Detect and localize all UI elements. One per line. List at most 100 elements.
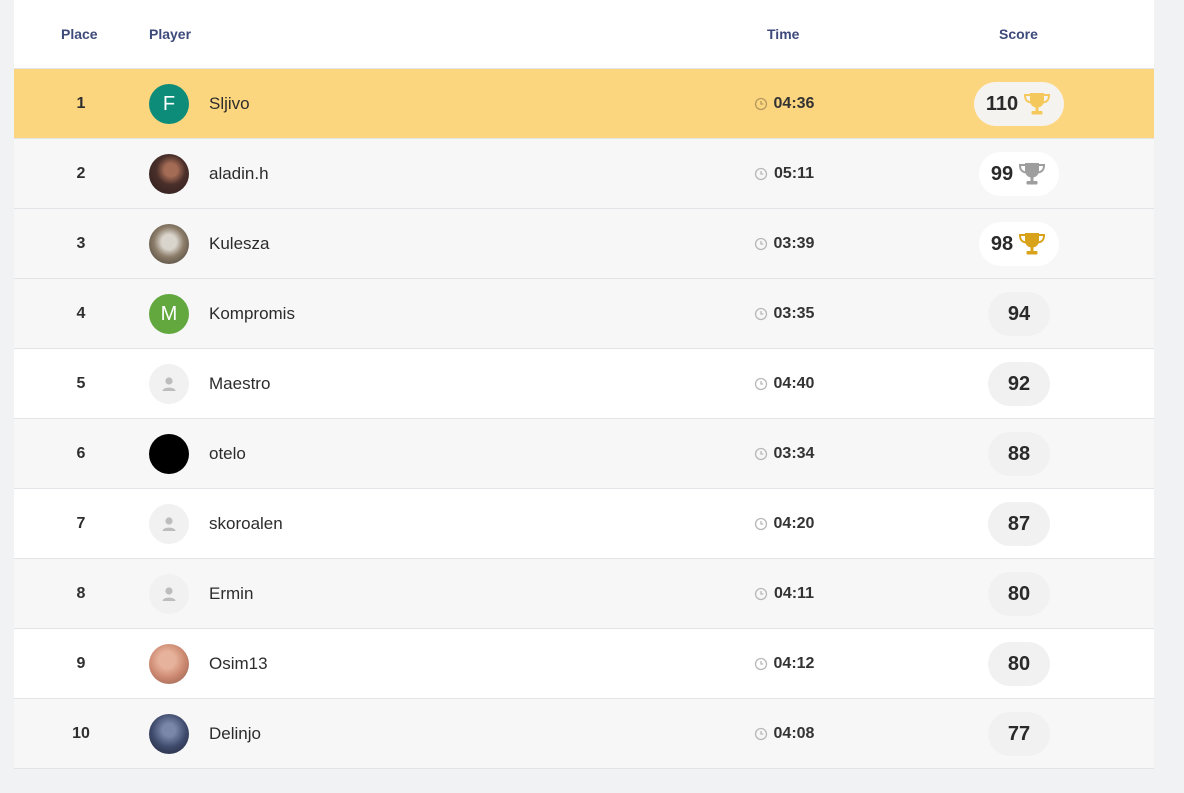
time-cell: 04:40 bbox=[714, 349, 854, 419]
leaderboard-row[interactable]: 8 Ermin 04:11 80 bbox=[14, 559, 1154, 629]
place-number: 8 bbox=[76, 585, 86, 602]
player-name[interactable]: Delinjo bbox=[209, 699, 261, 769]
score-value: 80 bbox=[1007, 582, 1031, 605]
column-header-place[interactable]: Place bbox=[61, 26, 98, 42]
column-header-score[interactable]: Score bbox=[999, 26, 1038, 42]
score-badge: 80 bbox=[988, 572, 1050, 616]
avatar[interactable]: F bbox=[149, 84, 189, 124]
leaderboard-row[interactable]: 10 Delinjo 04:08 77 bbox=[14, 699, 1154, 769]
time-value: 04:11 bbox=[773, 585, 815, 602]
player-name[interactable]: Sljivo bbox=[209, 69, 250, 139]
score-cell: 98 bbox=[919, 209, 1119, 279]
score-cell: 87 bbox=[919, 489, 1119, 559]
player-name[interactable]: skoroalen bbox=[209, 489, 283, 559]
place-number: 1 bbox=[76, 95, 86, 112]
place-number: 6 bbox=[76, 445, 86, 462]
clock-icon bbox=[754, 517, 767, 531]
time-value: 04:20 bbox=[773, 515, 815, 532]
user-icon bbox=[162, 587, 176, 601]
place-number: 2 bbox=[76, 165, 86, 182]
time-value: 04:12 bbox=[773, 655, 815, 672]
avatar[interactable] bbox=[149, 714, 189, 754]
leaderboard-row[interactable]: 9 Osim13 04:12 80 bbox=[14, 629, 1154, 699]
user-icon bbox=[162, 377, 176, 391]
time-value: 03:35 bbox=[773, 305, 815, 322]
time-value: 04:08 bbox=[773, 725, 815, 742]
trophy-icon bbox=[1019, 233, 1046, 255]
time-cell: 03:39 bbox=[714, 209, 854, 279]
score-badge: 110 bbox=[973, 82, 1065, 126]
time-value: 03:34 bbox=[773, 445, 815, 462]
leaderboard-row[interactable]: 2 aladin.h 05:11 99 bbox=[14, 139, 1154, 209]
leaderboard-row[interactable]: 6 otelo 03:34 88 bbox=[14, 419, 1154, 489]
place-number: 5 bbox=[76, 375, 86, 392]
score-badge: 98 bbox=[978, 222, 1060, 266]
score-value: 99 bbox=[990, 162, 1014, 185]
time-cell: 04:11 bbox=[714, 559, 854, 629]
score-cell: 99 bbox=[919, 139, 1119, 209]
player-name[interactable]: Ermin bbox=[209, 559, 253, 629]
score-badge: 92 bbox=[988, 362, 1050, 406]
avatar-letter: F bbox=[162, 92, 176, 115]
score-cell: 110 bbox=[919, 69, 1119, 139]
score-badge: 80 bbox=[988, 642, 1050, 686]
place-number: 7 bbox=[76, 515, 86, 532]
score-value: 88 bbox=[1007, 442, 1031, 465]
leaderboard-header: Place Player Time Score bbox=[14, 0, 1154, 69]
score-cell: 88 bbox=[919, 419, 1119, 489]
player-name[interactable]: otelo bbox=[209, 419, 246, 489]
leaderboard-row[interactable]: 1 F Sljivo 04:36 110 bbox=[14, 69, 1154, 139]
avatar[interactable] bbox=[149, 644, 189, 684]
player-name[interactable]: aladin.h bbox=[209, 139, 269, 209]
leaderboard-row[interactable]: 7 skoroalen 04:20 87 bbox=[14, 489, 1154, 559]
score-badge: 94 bbox=[988, 292, 1050, 336]
time-value: 03:39 bbox=[773, 235, 815, 252]
trophy-icon bbox=[1024, 93, 1051, 115]
avatar-letter: M bbox=[160, 302, 178, 325]
avatar[interactable] bbox=[149, 504, 189, 544]
player-name[interactable]: Maestro bbox=[209, 349, 270, 419]
time-cell: 04:36 bbox=[714, 69, 854, 139]
score-badge: 77 bbox=[988, 712, 1050, 756]
leaderboard-row[interactable]: 5 Maestro 04:40 92 bbox=[14, 349, 1154, 419]
score-value: 98 bbox=[990, 232, 1014, 255]
column-header-time[interactable]: Time bbox=[767, 26, 799, 42]
avatar[interactable] bbox=[149, 574, 189, 614]
player-name[interactable]: Kulesza bbox=[209, 209, 269, 279]
clock-icon bbox=[754, 307, 767, 321]
score-badge: 99 bbox=[978, 152, 1060, 196]
avatar[interactable] bbox=[149, 364, 189, 404]
leaderboard-row[interactable]: 4 M Kompromis 03:35 94 bbox=[14, 279, 1154, 349]
clock-icon bbox=[754, 167, 768, 181]
clock-icon bbox=[754, 447, 767, 461]
score-value: 110 bbox=[985, 92, 1019, 115]
place-number: 10 bbox=[72, 725, 90, 742]
avatar[interactable] bbox=[149, 434, 189, 474]
player-name[interactable]: Osim13 bbox=[209, 629, 268, 699]
player-name[interactable]: Kompromis bbox=[209, 279, 295, 349]
time-value: 04:40 bbox=[773, 375, 815, 392]
time-cell: 04:08 bbox=[714, 699, 854, 769]
time-cell: 04:20 bbox=[714, 489, 854, 559]
clock-icon bbox=[754, 657, 767, 671]
score-cell: 77 bbox=[919, 699, 1119, 769]
time-cell: 04:12 bbox=[714, 629, 854, 699]
user-icon bbox=[162, 517, 176, 531]
leaderboard: Place Player Time Score 1 F Sljivo 04:36… bbox=[14, 0, 1154, 769]
leaderboard-row[interactable]: 3 Kulesza 03:39 98 bbox=[14, 209, 1154, 279]
time-value: 05:11 bbox=[773, 165, 815, 182]
score-cell: 94 bbox=[919, 279, 1119, 349]
clock-icon bbox=[754, 237, 767, 251]
clock-icon bbox=[754, 727, 767, 741]
score-value: 77 bbox=[1007, 722, 1031, 745]
column-header-player[interactable]: Player bbox=[149, 26, 191, 42]
avatar[interactable] bbox=[149, 224, 189, 264]
avatar[interactable] bbox=[149, 154, 189, 194]
place-number: 9 bbox=[76, 655, 86, 672]
time-value: 04:36 bbox=[773, 95, 815, 112]
score-value: 92 bbox=[1007, 372, 1031, 395]
place-number: 3 bbox=[76, 235, 86, 252]
score-value: 94 bbox=[1007, 302, 1031, 325]
avatar[interactable]: M bbox=[149, 294, 189, 334]
trophy-icon bbox=[1019, 163, 1046, 185]
